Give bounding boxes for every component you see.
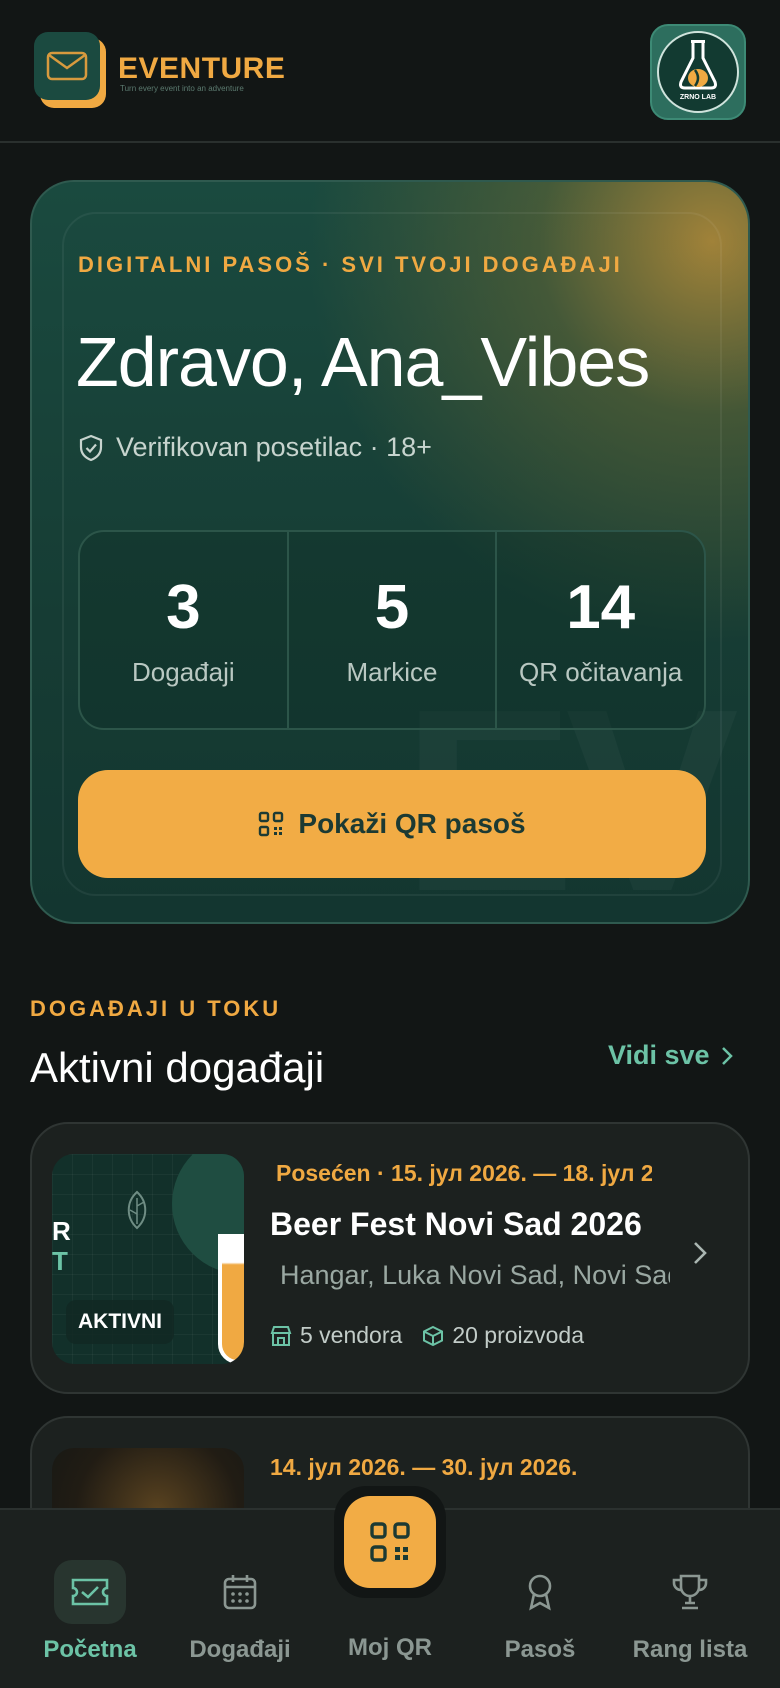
poster-letter: R (52, 1216, 71, 1246)
nav-leaderboard[interactable]: Rang lista (630, 1510, 750, 1664)
nav-events[interactable]: Događaji (184, 1510, 296, 1664)
ticket-icon (54, 1560, 126, 1624)
stat-value: 5 (374, 573, 410, 642)
event-date: Posećen · 15. jул 2026. — 18. jул 2026. (276, 1160, 652, 1186)
stat-label: Događaji (132, 657, 235, 687)
store-icon (270, 1325, 292, 1346)
nav-label: Moj QR (348, 1634, 432, 1661)
nav-passport[interactable]: Pasoš (500, 1510, 580, 1664)
nav-my-qr-button[interactable] (344, 1496, 436, 1588)
event-location-text: Hangar, Luka Novi Sad, Novi Sad (280, 1260, 670, 1290)
greeting-title: Zdravo, Ana_Vibes (76, 323, 650, 401)
chevron-right-icon (694, 1242, 707, 1264)
qr-button-label: Pokaži QR pasoš (298, 808, 526, 839)
section-title: Aktivni događaji (30, 1044, 325, 1091)
app-header: EVENTURE Turn every event into an advent… (0, 0, 780, 143)
beer-glass-icon (218, 1234, 244, 1364)
brand-tagline: Turn every event into an adventure (120, 84, 244, 93)
qr-icon (259, 811, 284, 837)
envelope-icon (34, 32, 100, 100)
nav-home[interactable]: Početna (36, 1510, 144, 1664)
leaf-icon (127, 1190, 147, 1230)
trophy-icon (654, 1560, 726, 1624)
nav-label: Pasoš (504, 1636, 576, 1663)
badge-icon (504, 1560, 576, 1624)
vendors-count: 5 vendora (270, 1322, 402, 1349)
stat-value: 14 (566, 573, 636, 642)
stat-stamps: 5 Markice (289, 532, 498, 728)
event-location: Hangar, Luka Novi Sad, Novi Sad (270, 1260, 670, 1291)
event-card[interactable]: R T AKTIVNI Posećen · 15. jул 2026. — 18… (30, 1122, 750, 1394)
brand-name: EVENTURE (118, 52, 286, 85)
nav-label: Rang lista (632, 1636, 748, 1663)
vendors-label: 5 vendora (300, 1322, 403, 1348)
event-meta: 5 vendora 20 proizvoda (270, 1322, 584, 1349)
calendar-icon (204, 1560, 276, 1624)
event-name: Beer Fest Novi Sad 2026 (270, 1206, 642, 1242)
show-qr-passport-button[interactable]: Pokaži QR pasoš (78, 770, 706, 878)
verified-text: Verifikovan posetilac · 18+ (116, 432, 432, 462)
products-label: 20 proizvoda (452, 1322, 585, 1348)
stat-label: Markice (346, 657, 438, 687)
event-thumbnail: R T AKTIVNI (52, 1154, 244, 1364)
box-icon (423, 1325, 444, 1346)
products-count: 20 proizvoda (422, 1322, 584, 1349)
passport-kicker: DIGITALNI PASOŠ · SVI TVOJI DOGAĐAJI (78, 252, 623, 277)
qr-icon (370, 1522, 410, 1562)
stat-label: QR očitavanja (519, 657, 683, 687)
nav-label: Događaji (189, 1636, 291, 1663)
app-logo[interactable] (34, 32, 106, 108)
poster-letter: T (52, 1246, 68, 1276)
stat-events: 3 Događaji (80, 532, 289, 728)
event-date: 14. jул 2026. — 30. jул 2026. (270, 1454, 578, 1480)
shield-check-icon (79, 434, 103, 461)
flask-logo-icon: ZRNO LAB (657, 31, 739, 113)
digital-passport-card: EV DIGITALNI PASOŠ · SVI TVOJI DOGAĐAJI … (30, 180, 750, 924)
status-badge: AKTIVNI (66, 1300, 174, 1344)
stat-qr-scans: 14 QR očitavanja (497, 532, 704, 728)
partner-avatar[interactable]: ZRNO LAB (650, 24, 746, 120)
nav-label: Početna (43, 1636, 137, 1663)
partner-name: ZRNO LAB (679, 94, 717, 101)
verified-status: Verifikovan posetilac · 18+ (78, 432, 432, 463)
thumbnail-poster-text: R T (52, 1216, 71, 1276)
see-all-label: Vidi sve (608, 1040, 710, 1070)
chevron-right-icon (721, 1046, 733, 1065)
stat-value: 3 (166, 573, 201, 642)
see-all-link[interactable]: Vidi sve (608, 1040, 734, 1071)
section-kicker: DOGAĐAJI U TOKU (30, 996, 282, 1021)
passport-stats: 3 Događaji 5 Markice 14 QR očitavanja (78, 530, 706, 730)
